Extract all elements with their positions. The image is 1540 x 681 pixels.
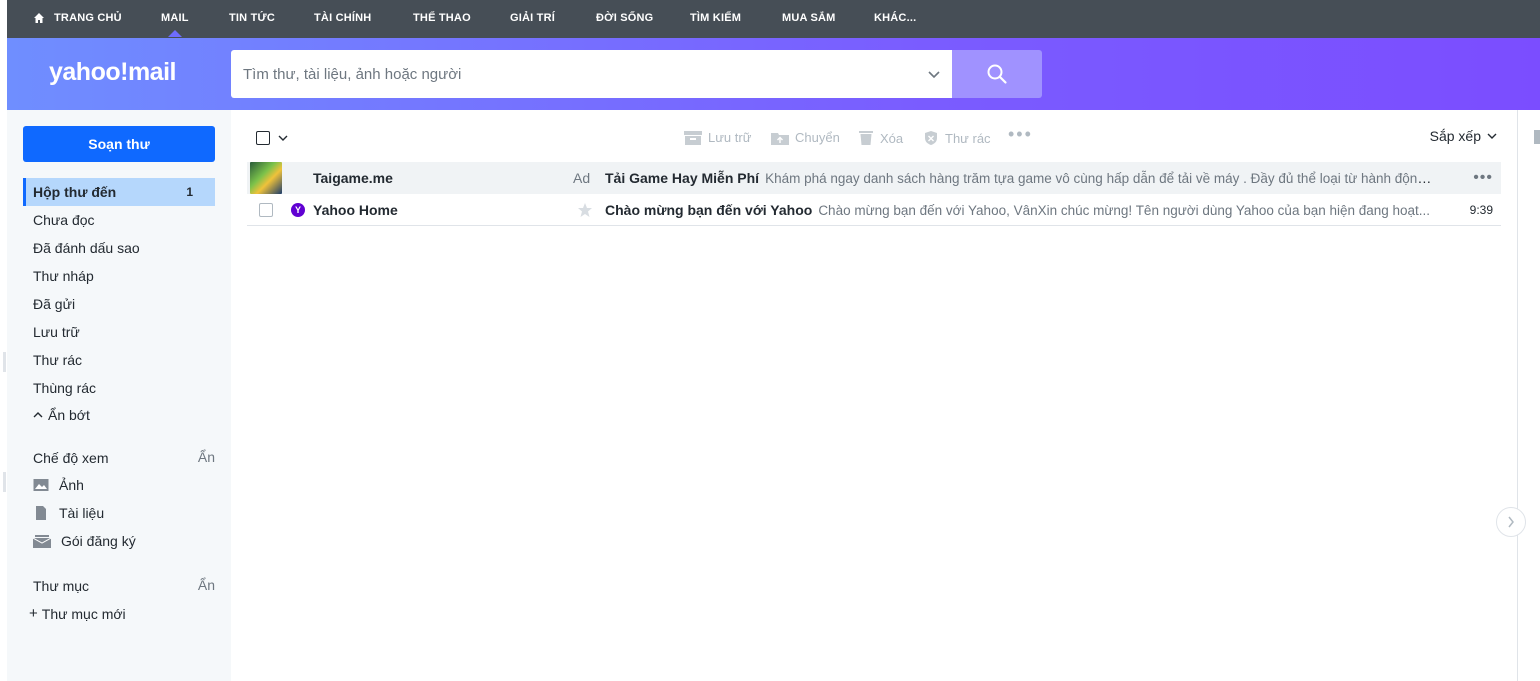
views-section-title: Chế độ xem <box>33 450 109 466</box>
folder-archive[interactable]: Lưu trữ <box>23 318 215 346</box>
rail-panel-icon[interactable] <box>1534 130 1540 144</box>
message-list-pane: Lưu trữ Chuyển Xóa Thư rác ••• Sắp xếp T… <box>231 110 1517 681</box>
views-hide-toggle[interactable]: Ẩn <box>198 449 215 465</box>
chevron-down-icon[interactable] <box>278 134 288 142</box>
folder-inbox[interactable]: Hộp thư đến 1 <box>23 178 215 206</box>
archive-label: Lưu trữ <box>708 130 752 145</box>
search-box <box>231 50 953 98</box>
more-actions-icon[interactable]: ••• <box>1008 124 1033 145</box>
message-row[interactable]: Y Yahoo Home Chào mừng bạn đến với Yahoo… <box>247 194 1501 226</box>
ad-badge: Ad <box>573 170 591 186</box>
sender-name: Taigame.me <box>313 170 393 186</box>
folder-spam[interactable]: Thư rác <box>23 346 215 374</box>
nav-sports[interactable]: THỂ THAO <box>413 12 471 24</box>
select-all-checkbox[interactable] <box>256 131 270 145</box>
more-options-icon[interactable]: ••• <box>1473 169 1493 187</box>
nav-entertainment[interactable]: GIẢI TRÍ <box>510 12 555 24</box>
view-label: Tài liệu <box>59 505 105 521</box>
chevron-down-icon[interactable] <box>927 67 941 81</box>
nav-search[interactable]: TÌM KIẾM <box>690 12 741 24</box>
mail-header: yahoo!mail <box>7 38 1540 110</box>
next-page-button[interactable] <box>1496 507 1526 537</box>
collapse-folders-button[interactable]: Ẩn bớt <box>23 401 215 429</box>
compose-button[interactable]: Soạn thư <box>23 126 215 162</box>
spam-label: Thư rác <box>945 130 991 146</box>
right-rail <box>1517 110 1540 681</box>
move-folder-icon <box>771 132 789 145</box>
nav-finance[interactable]: TÀI CHÍNH <box>314 12 371 24</box>
move-button[interactable]: Chuyển <box>771 130 840 145</box>
folder-unread[interactable]: Chưa đọc <box>23 206 215 234</box>
nav-lifestyle[interactable]: ĐỜI SỐNG <box>596 12 653 24</box>
edge-handle <box>3 352 6 372</box>
message-toolbar: Lưu trữ Chuyển Xóa Thư rác ••• Sắp xếp <box>231 110 1517 162</box>
sort-button[interactable]: Sắp xếp <box>1430 128 1497 144</box>
delete-button[interactable]: Xóa <box>858 130 903 146</box>
document-icon <box>36 506 46 520</box>
sort-label: Sắp xếp <box>1429 128 1481 144</box>
top-navigation: TRANG CHỦ MAIL TIN TỨC TÀI CHÍNH THỂ THA… <box>7 0 1540 38</box>
search-input[interactable] <box>243 65 903 83</box>
view-label: Ảnh <box>59 477 84 493</box>
message-subject-line: Chào mừng bạn đến với Yahoo Chào mừng bạn… <box>605 202 1437 218</box>
folder-trash[interactable]: Thùng rác <box>23 374 215 402</box>
archive-icon <box>684 130 702 145</box>
yahoo-avatar-icon: Y <box>291 203 305 217</box>
nav-home-label: TRANG CHỦ <box>54 12 122 24</box>
view-label: Gói đăng ký <box>61 533 136 549</box>
collapse-label: Ẩn bớt <box>48 407 90 423</box>
subscriptions-icon <box>33 535 51 548</box>
nav-home[interactable]: TRANG CHỦ <box>33 12 122 24</box>
new-folder-button[interactable]: + Thư mục mới <box>29 605 126 622</box>
ad-row[interactable]: Taigame.me Ad Tải Game Hay Miễn Phí Khám … <box>247 162 1501 194</box>
nav-mail[interactable]: MAIL <box>161 12 189 37</box>
ad-thumbnail <box>250 162 282 194</box>
subject: Chào mừng bạn đến với Yahoo <box>605 201 813 218</box>
plus-icon: + <box>29 605 38 622</box>
nav-shopping[interactable]: MUA SẮM <box>782 12 836 24</box>
folders-hide-toggle[interactable]: Ẩn <box>198 577 215 593</box>
yahoo-mail-logo[interactable]: yahoo!mail <box>49 58 176 87</box>
view-photos[interactable]: Ảnh <box>33 477 84 493</box>
view-documents[interactable]: Tài liệu <box>33 505 104 521</box>
nav-news[interactable]: TIN TỨC <box>229 12 275 24</box>
sidebar: Soạn thư Hộp thư đến 1 Chưa đọc Đã đánh … <box>7 110 231 681</box>
window-left-edge <box>0 0 7 681</box>
star-icon[interactable] <box>577 202 593 218</box>
delete-label: Xóa <box>880 130 904 146</box>
chevron-right-icon <box>1508 516 1514 528</box>
unread-count: 1 <box>186 185 193 199</box>
spam-button[interactable]: Thư rác <box>923 130 991 146</box>
view-subscriptions[interactable]: Gói đăng ký <box>33 533 136 549</box>
photo-icon <box>33 479 49 491</box>
subject: Tải Game Hay Miễn Phí <box>605 170 760 186</box>
search-button[interactable] <box>952 50 1042 98</box>
snippet: Chào mừng bạn đến với Yahoo, VânXin chúc… <box>818 202 1431 218</box>
search-icon <box>987 64 1007 84</box>
archive-button[interactable]: Lưu trữ <box>684 130 751 145</box>
snippet: Khám phá ngay danh sách hàng trăm tựa ga… <box>765 171 1437 186</box>
chevron-down-icon <box>1487 133 1497 139</box>
home-icon <box>34 13 44 23</box>
shield-icon <box>925 131 937 145</box>
edge-handle <box>3 472 6 492</box>
folders-section-title: Thư mục <box>33 578 90 594</box>
new-folder-label: Thư mục mới <box>41 605 126 622</box>
folder-drafts[interactable]: Thư nháp <box>23 262 215 290</box>
folder-label: Hộp thư đến <box>33 184 117 200</box>
message-checkbox[interactable] <box>259 203 273 217</box>
message-subject-line: Tải Game Hay Miễn Phí Khám phá ngay danh … <box>605 170 1437 186</box>
move-label: Chuyển <box>795 130 840 145</box>
folder-starred[interactable]: Đã đánh dấu sao <box>23 234 215 262</box>
chevron-up-icon <box>33 412 43 418</box>
folder-sent[interactable]: Đã gửi <box>23 290 215 318</box>
trash-icon <box>859 131 873 145</box>
nav-more[interactable]: KHÁC... <box>874 12 916 24</box>
sender-name: Yahoo Home <box>313 201 398 218</box>
message-time: 9:39 <box>1469 202 1493 217</box>
